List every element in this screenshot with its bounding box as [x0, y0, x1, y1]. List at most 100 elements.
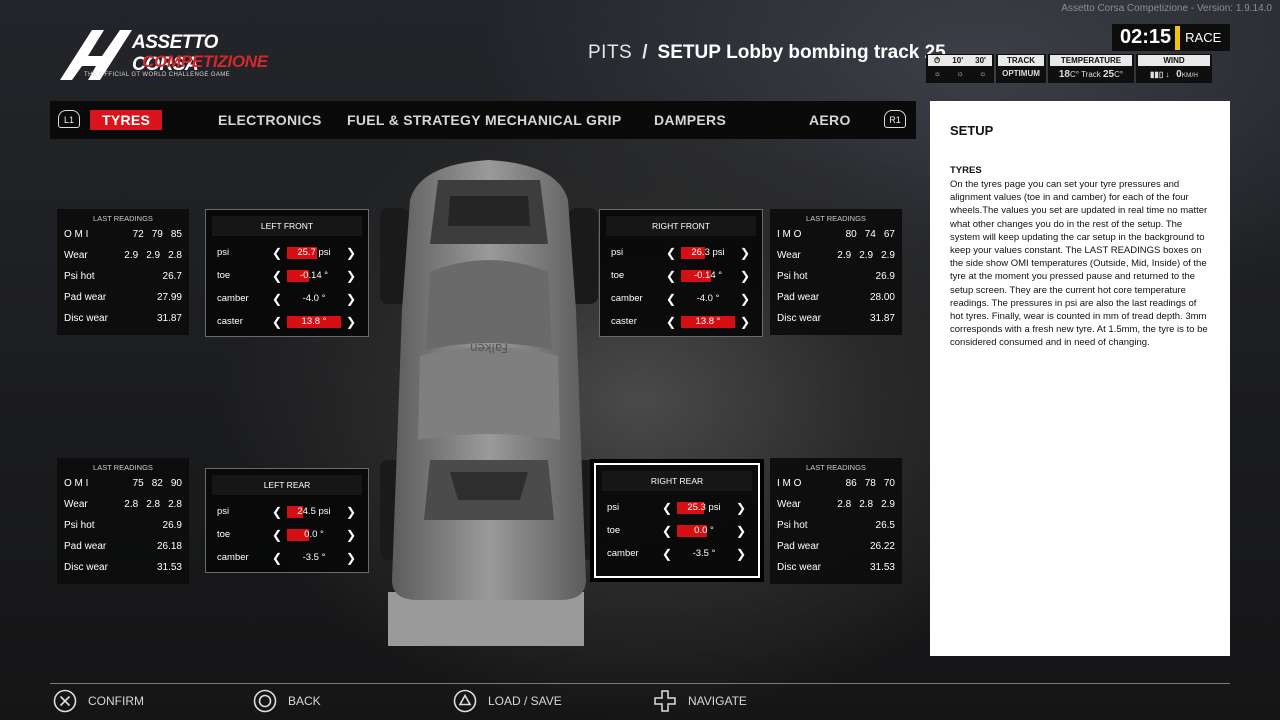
wear-value: 2.9 [881, 499, 895, 510]
increase-arrow-icon[interactable]: ❯ [736, 545, 746, 563]
wheel-title: LEFT FRONT [212, 216, 362, 236]
tab-mechanical-grip[interactable]: MECHANICAL GRIP [485, 112, 621, 128]
param-row-toe[interactable]: toe ❮ 0.0 ° ❯ [596, 522, 758, 540]
decrease-arrow-icon[interactable]: ❮ [666, 313, 676, 331]
wear-label: Wear [64, 250, 88, 261]
last-readings-right-front: LAST READINGS I M O 80 74 67 Wear 2.9 2.9 2.9 … [770, 209, 902, 335]
cloud-sun-icon: ☼ [933, 69, 941, 78]
psi-hot-label: Psi hot [777, 520, 808, 531]
wear-value: 2.8 [837, 499, 852, 510]
l1-button-icon[interactable]: L1 [58, 110, 80, 128]
wheel-panel-left-front[interactable]: LEFT FRONT psi ❮ 25.7 psi ❯ toe ❮ -0.14 ° ❯ camb… [205, 209, 369, 337]
decrease-arrow-icon[interactable]: ❮ [272, 244, 282, 262]
increase-arrow-icon[interactable]: ❯ [740, 290, 750, 308]
param-value: -3.5 ° [692, 548, 716, 559]
param-label: psi [217, 506, 230, 517]
wear-value: 2.9 [881, 250, 895, 261]
decrease-arrow-icon[interactable]: ❮ [272, 526, 282, 544]
increase-arrow-icon[interactable]: ❯ [346, 503, 356, 521]
wear-value: 2.9 [837, 250, 852, 261]
dpad-icon [653, 689, 677, 713]
increase-arrow-icon[interactable]: ❯ [346, 526, 356, 544]
param-label: caster [611, 316, 637, 327]
temp-inside: 85 [170, 229, 182, 240]
increase-arrow-icon[interactable]: ❯ [740, 244, 750, 262]
param-label: toe [217, 270, 231, 281]
param-value: -0.14 ° [299, 270, 329, 281]
wheel-panel-left-rear[interactable]: LEFT REAR psi ❮ 24.5 psi ❯ toe ❮ 0.0 ° ❯ camber ❮… [205, 468, 369, 573]
param-row-psi[interactable]: psi ❮ 25.3 psi ❯ [596, 499, 758, 517]
increase-arrow-icon[interactable]: ❯ [346, 244, 356, 262]
param-row-camber[interactable]: camber ❮ -3.5 ° ❯ [596, 545, 758, 563]
increase-arrow-icon[interactable]: ❯ [346, 549, 356, 567]
increase-arrow-icon[interactable]: ❯ [740, 313, 750, 331]
temp-unit: C° [1114, 70, 1124, 79]
increase-arrow-icon[interactable]: ❯ [740, 267, 750, 285]
triangle-button-icon [453, 689, 477, 713]
decrease-arrow-icon[interactable]: ❮ [272, 290, 282, 308]
increase-arrow-icon[interactable]: ❯ [736, 522, 746, 540]
decrease-arrow-icon[interactable]: ❮ [272, 313, 282, 331]
tab-dampers[interactable]: DAMPERS [654, 112, 726, 128]
param-value: -4.0 ° [696, 293, 720, 304]
tab-electronics[interactable]: ELECTRONICS [218, 112, 322, 128]
param-row-toe[interactable]: toe ❮ -0.14 ° ❯ [600, 267, 762, 285]
wind-bars-icon: ▮▮▯ [1150, 70, 1164, 79]
wheel-panel-right-rear[interactable]: RIGHT REAR psi ❮ 25.3 psi ❯ toe ❮ 0.0 ° ❯ camber… [590, 459, 764, 582]
help-title: SETUP [950, 123, 994, 138]
param-row-camber[interactable]: camber ❮ -4.0 ° ❯ [206, 290, 368, 308]
decrease-arrow-icon[interactable]: ❮ [662, 499, 672, 517]
tab-tyres[interactable]: TYRES [90, 110, 163, 130]
param-row-caster[interactable]: caster ❮ 13.8 ° ❯ [206, 313, 368, 331]
decrease-arrow-icon[interactable]: ❮ [666, 267, 676, 285]
temp-label: TEMPERATURE [1050, 55, 1132, 66]
track-value: OPTIMUM [1002, 69, 1040, 78]
temp-outside: 72 [132, 229, 144, 240]
increase-arrow-icon[interactable]: ❯ [346, 267, 356, 285]
track-temp-label: Track [1081, 70, 1101, 79]
param-row-psi[interactable]: psi ❮ 24.5 psi ❯ [206, 503, 368, 521]
param-row-caster[interactable]: caster ❮ 13.8 ° ❯ [600, 313, 762, 331]
param-label: caster [217, 316, 243, 327]
param-value: 0.0 ° [304, 529, 324, 540]
temps-label: I M O [777, 229, 802, 240]
decrease-arrow-icon[interactable]: ❮ [272, 549, 282, 567]
readings-title: LAST READINGS [806, 214, 866, 223]
param-row-camber[interactable]: camber ❮ -4.0 ° ❯ [600, 290, 762, 308]
load-save-button[interactable]: LOAD / SAVE [453, 688, 562, 714]
param-row-psi[interactable]: psi ❮ 26.3 psi ❯ [600, 244, 762, 262]
increase-arrow-icon[interactable]: ❯ [346, 290, 356, 308]
decrease-arrow-icon[interactable]: ❮ [666, 290, 676, 308]
navigate-button[interactable]: NAVIGATE [653, 688, 747, 714]
psi-hot-value: 26.7 [162, 271, 182, 282]
decrease-arrow-icon[interactable]: ❮ [662, 545, 672, 563]
tab-fuel-strategy[interactable]: FUEL & STRATEGY [347, 112, 481, 128]
increase-arrow-icon[interactable]: ❯ [346, 313, 356, 331]
decrease-arrow-icon[interactable]: ❮ [272, 503, 282, 521]
psi-hot-value: 26.9 [875, 271, 895, 282]
track-condition: TRACK OPTIMUM [996, 54, 1046, 83]
help-text: On the tyres page you can set your tyre … [950, 179, 1208, 349]
r1-button-icon[interactable]: R1 [884, 110, 906, 128]
back-button[interactable]: BACK [253, 688, 321, 714]
param-label: camber [217, 293, 249, 304]
wheel-title: LEFT REAR [212, 475, 362, 495]
param-label: toe [611, 270, 625, 281]
param-row-toe[interactable]: toe ❮ 0.0 ° ❯ [206, 526, 368, 544]
wheel-panel-right-front[interactable]: RIGHT FRONT psi ❮ 26.3 psi ❯ toe ❮ -0.14 ° ❯ cam… [599, 209, 763, 337]
decrease-arrow-icon[interactable]: ❮ [666, 244, 676, 262]
param-row-toe[interactable]: toe ❮ -0.14 ° ❯ [206, 267, 368, 285]
decrease-arrow-icon[interactable]: ❮ [662, 522, 672, 540]
param-row-psi[interactable]: psi ❮ 25.7 psi ❯ [206, 244, 368, 262]
disc-wear-value: 31.53 [156, 562, 182, 573]
temp-inside: 86 [845, 478, 857, 489]
confirm-button[interactable]: CONFIRM [53, 688, 144, 714]
increase-arrow-icon[interactable]: ❯ [736, 499, 746, 517]
decrease-arrow-icon[interactable]: ❮ [272, 267, 282, 285]
disc-wear-label: Disc wear [777, 562, 821, 573]
version-label: Assetto Corsa Competizione - Version: 1.… [1061, 3, 1272, 14]
param-label: toe [607, 525, 621, 536]
tab-aero[interactable]: AERO [809, 112, 851, 128]
forecast-30: 30' [975, 56, 986, 65]
param-row-camber[interactable]: camber ❮ -3.5 ° ❯ [206, 549, 368, 567]
